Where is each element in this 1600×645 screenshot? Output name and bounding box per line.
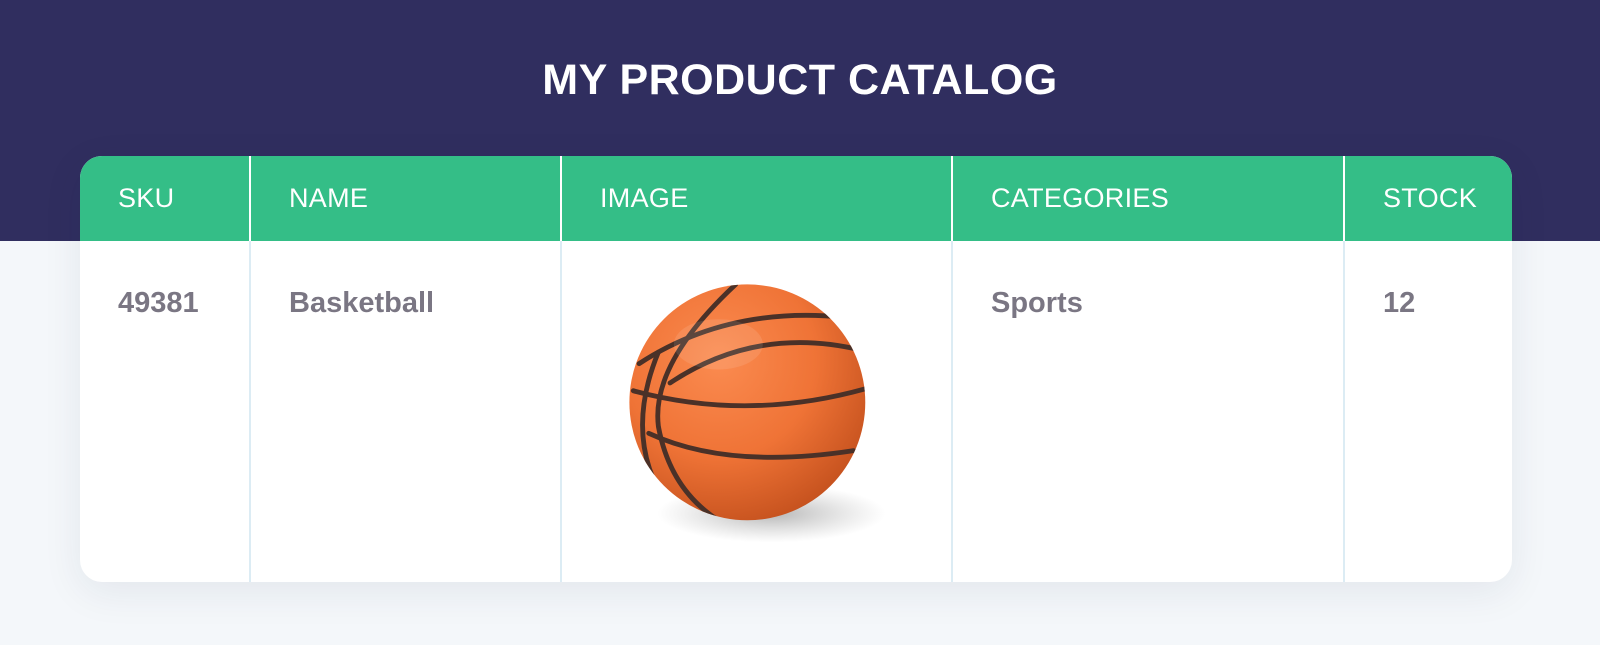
column-header-image[interactable]: IMAGE (560, 156, 952, 241)
column-header-sku[interactable]: SKU (80, 156, 250, 241)
cell-image (560, 241, 952, 582)
column-header-name[interactable]: NAME (249, 156, 561, 241)
catalog-table-card: SKU NAME IMAGE CATEGORIES STOCK 49381 Ba… (80, 156, 1512, 582)
column-header-categories[interactable]: CATEGORIES (951, 156, 1344, 241)
cell-categories: Sports (951, 241, 1344, 582)
basketball-image (628, 284, 886, 543)
column-header-stock[interactable]: STOCK (1343, 156, 1512, 241)
product-table: SKU NAME IMAGE CATEGORIES STOCK 49381 Ba… (80, 156, 1512, 582)
table-header: SKU NAME IMAGE CATEGORIES STOCK (80, 156, 1512, 241)
cell-name: Basketball (249, 241, 561, 582)
page-title: MY PRODUCT CATALOG (542, 56, 1058, 104)
cell-sku: 49381 (118, 287, 199, 319)
table-body: 49381 Basketball Sports 12 (80, 241, 1512, 582)
table-row[interactable]: 49381 Basketball Sports 12 (80, 241, 1512, 582)
table-header-row: SKU NAME IMAGE CATEGORIES STOCK (80, 156, 1512, 241)
cell-stock: 12 (1343, 241, 1512, 582)
